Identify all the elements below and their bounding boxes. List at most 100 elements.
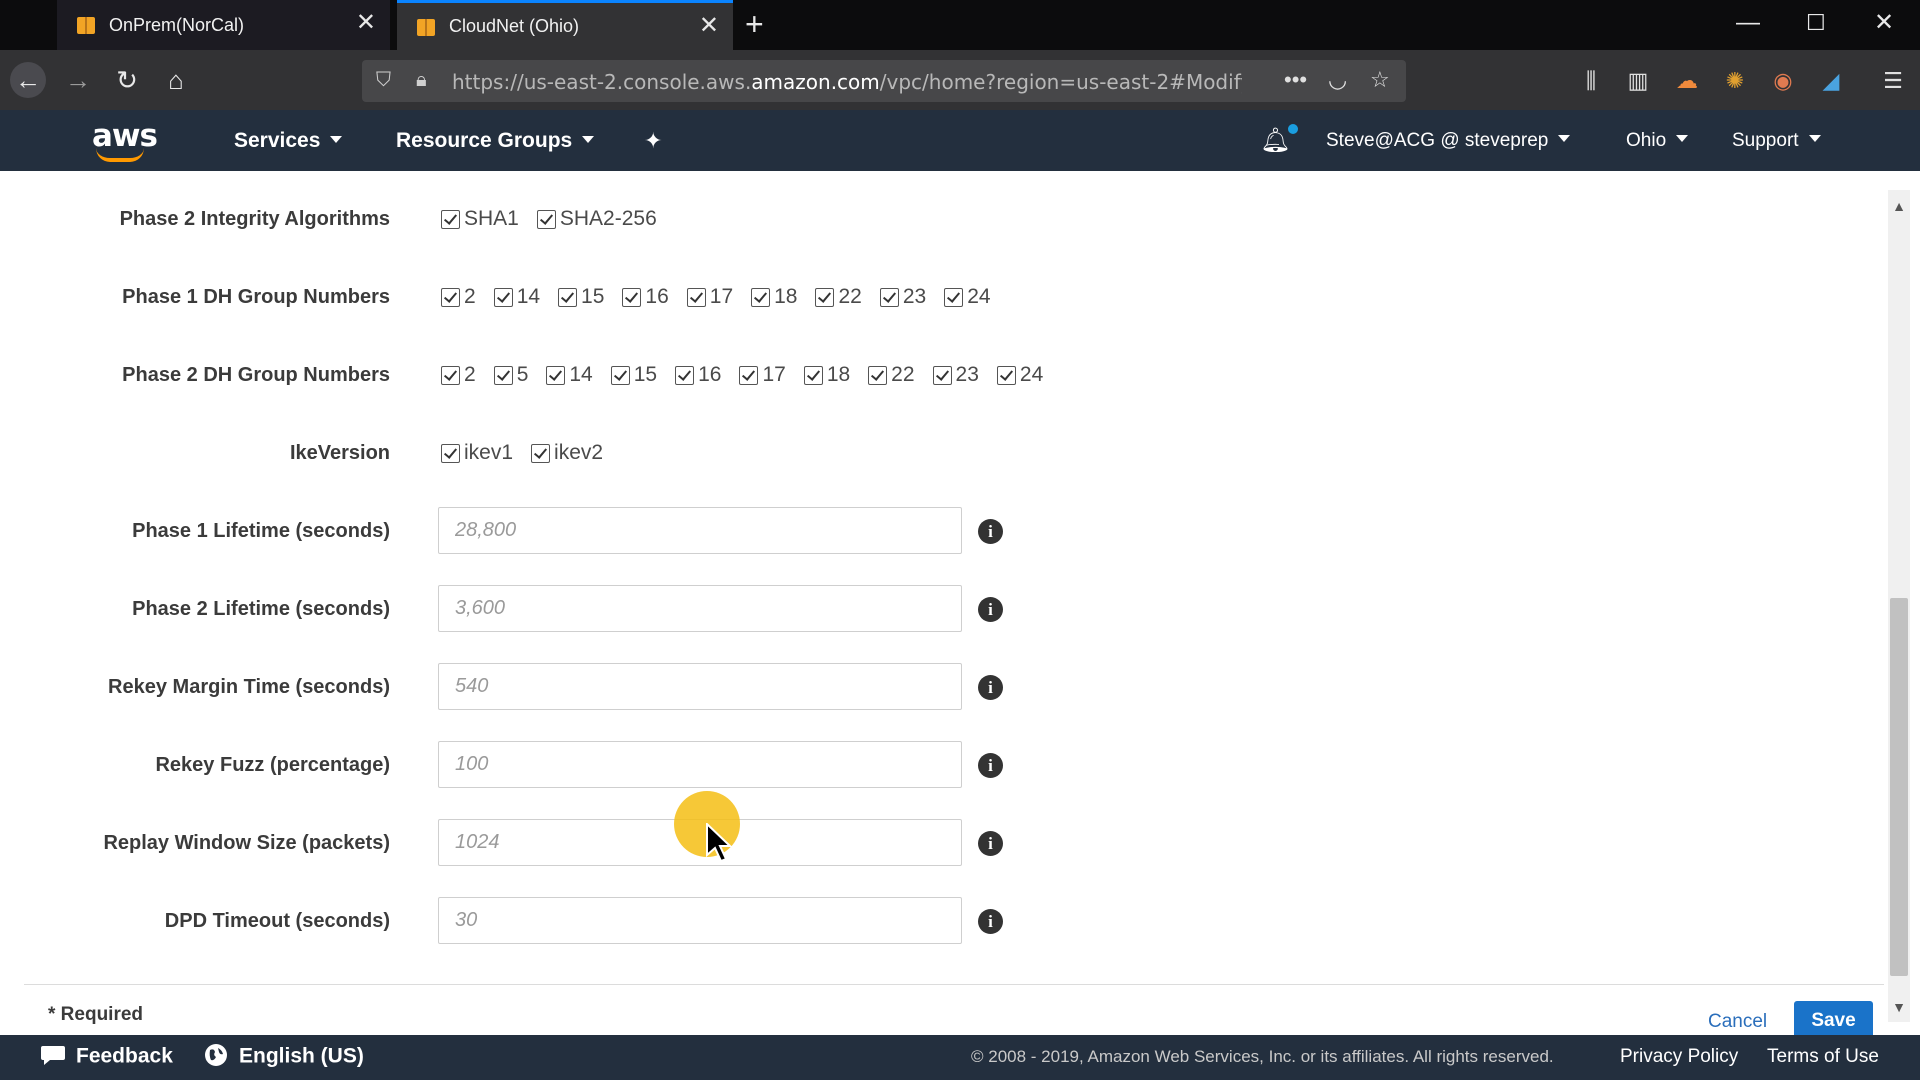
replay-window-label: Replay Window Size (packets) — [103, 832, 390, 854]
aws-box-icon — [415, 16, 437, 38]
info-icon[interactable]: i — [978, 831, 1003, 856]
phase1-dh-group: 2 14 15 16 17 18 22 23 24 — [441, 285, 1009, 309]
info-icon[interactable]: i — [978, 519, 1003, 544]
phase2-dh-label: Phase 2 DH Group Numbers — [122, 364, 390, 386]
cloud-extension-icon[interactable]: ☁ — [1674, 68, 1700, 94]
phase1-lifetime-label: Phase 1 Lifetime (seconds) — [132, 520, 390, 542]
tab-onprem-norcal[interactable]: OnPrem(NorCal) ✕ — [57, 0, 390, 50]
cancel-button[interactable]: Cancel — [1708, 1011, 1767, 1033]
back-arrow-icon[interactable]: ← — [10, 62, 46, 98]
checkbox-phase1-dh-2[interactable]: 2 — [441, 285, 476, 309]
checkbox-phase2-dh-5[interactable]: 5 — [493, 363, 528, 387]
rekey-fuzz-label: Rekey Fuzz (percentage) — [155, 754, 390, 776]
url-text[interactable]: https://us-east-2.console.aws.amazon.com… — [452, 70, 1242, 94]
bell-icon[interactable]: 🔔︎ — [1260, 124, 1299, 155]
hamburger-menu-icon[interactable]: ☰ — [1880, 68, 1906, 94]
maximize-icon[interactable]: ☐ — [1806, 8, 1826, 38]
checkbox-phase1-dh-23[interactable]: 23 — [879, 285, 926, 309]
extension-owl-icon[interactable]: ◉ — [1770, 68, 1796, 94]
modify-vpn-tunnel-options-form: Phase 2 Integrity Algorithms SHA1 SHA2-2… — [0, 171, 1888, 1035]
phase2-dh-group: 2 5 14 15 16 17 18 22 23 24 — [441, 363, 1061, 387]
chevron-down-icon — [330, 135, 343, 143]
rekey-margin-label: Rekey Margin Time (seconds) — [108, 676, 390, 698]
feedback-link[interactable]: Feedback — [40, 1044, 173, 1070]
resource-groups-menu[interactable]: Resource Groups — [396, 129, 595, 153]
chevron-down-icon — [1558, 135, 1571, 143]
checkbox-phase1-dh-22[interactable]: 22 — [815, 285, 862, 309]
window-close-icon[interactable]: ✕ — [1874, 8, 1894, 38]
services-menu[interactable]: Services — [234, 129, 343, 153]
checkbox-phase1-dh-24[interactable]: 24 — [944, 285, 991, 309]
more-icon[interactable]: ••• — [1284, 67, 1307, 93]
phase1-lifetime-input[interactable] — [438, 507, 962, 554]
account-menu[interactable]: Steve@ACG @ steveprep — [1326, 130, 1571, 152]
checkbox-sha1[interactable]: SHA1 — [441, 207, 519, 231]
tab-title: OnPrem(NorCal) — [109, 14, 245, 35]
new-tab-plus-icon[interactable]: + — [745, 6, 764, 42]
globe-icon — [203, 1042, 229, 1068]
tab-cloudnet-ohio[interactable]: CloudNet (Ohio) ✕ — [397, 0, 733, 50]
sidebar-icon[interactable]: ▥ — [1625, 68, 1651, 94]
checkbox-phase1-dh-16[interactable]: 16 — [622, 285, 669, 309]
info-icon[interactable]: i — [978, 753, 1003, 778]
star-icon[interactable]: ☆ — [1370, 67, 1390, 93]
address-bar[interactable]: ⛉ 🔒︎ https://us-east-2.console.aws.amazo… — [362, 60, 1406, 102]
checkbox-phase1-dh-15[interactable]: 15 — [558, 285, 604, 309]
close-icon[interactable]: ✕ — [699, 14, 719, 38]
shield-icon[interactable]: ⛉ — [376, 69, 391, 92]
copyright-text: © 2008 - 2019, Amazon Web Services, Inc.… — [971, 1047, 1554, 1066]
region-menu[interactable]: Ohio — [1626, 130, 1689, 152]
checkbox-ikev2[interactable]: ikev2 — [531, 441, 603, 465]
checkbox-phase2-dh-18[interactable]: 18 — [803, 363, 850, 387]
phase1-dh-label: Phase 1 DH Group Numbers — [122, 286, 390, 308]
browser-tab-bar: OnPrem(NorCal) ✕ CloudNet (Ohio) ✕ + — ☐… — [0, 0, 1920, 50]
extension-feather-icon[interactable]: ◢ — [1818, 68, 1844, 94]
pin-icon[interactable]: ✦ — [644, 128, 662, 154]
required-note: * Required — [48, 1004, 144, 1025]
info-icon[interactable]: i — [978, 909, 1003, 934]
lock-icon[interactable]: 🔒︎ — [416, 69, 427, 92]
aws-logo[interactable]: aws — [90, 118, 158, 162]
scroll-up-arrow-icon[interactable]: ▲ — [1888, 198, 1910, 214]
chevron-down-icon — [582, 135, 595, 143]
dpd-timeout-input[interactable] — [438, 897, 962, 944]
dpd-timeout-label: DPD Timeout (seconds) — [164, 910, 390, 932]
checkbox-phase2-dh-24[interactable]: 24 — [996, 363, 1043, 387]
extension-globe-icon[interactable]: ✺ — [1722, 68, 1748, 94]
terms-of-use-link[interactable]: Terms of Use — [1767, 1046, 1879, 1068]
scroll-down-arrow-icon[interactable]: ▼ — [1888, 999, 1910, 1015]
privacy-policy-link[interactable]: Privacy Policy — [1620, 1046, 1738, 1068]
home-icon[interactable]: ⌂ — [158, 62, 194, 98]
forward-arrow-icon[interactable]: → — [60, 62, 96, 98]
tab-title: CloudNet (Ohio) — [449, 16, 580, 36]
checkbox-phase1-dh-18[interactable]: 18 — [751, 285, 797, 309]
info-icon[interactable]: i — [978, 675, 1003, 700]
chevron-down-icon — [1676, 135, 1689, 143]
mouse-pointer-icon — [706, 823, 732, 863]
checkbox-phase2-dh-14[interactable]: 14 — [546, 363, 593, 387]
reload-icon[interactable]: ↻ — [109, 62, 145, 98]
ike-version-label: IkeVersion — [289, 442, 390, 464]
rekey-fuzz-input[interactable] — [438, 741, 962, 788]
checkbox-phase2-dh-15[interactable]: 15 — [610, 363, 657, 387]
language-selector[interactable]: English (US) — [203, 1044, 364, 1070]
save-button[interactable]: Save — [1794, 1001, 1873, 1035]
checkbox-phase1-dh-14[interactable]: 14 — [493, 285, 540, 309]
info-icon[interactable]: i — [978, 597, 1003, 622]
library-icon[interactable]: ⫼ — [1578, 68, 1604, 94]
checkbox-phase2-dh-22[interactable]: 22 — [868, 363, 915, 387]
checkbox-phase1-dh-17[interactable]: 17 — [686, 285, 733, 309]
scrollbar-thumb[interactable] — [1890, 598, 1908, 976]
rekey-margin-input[interactable] — [438, 663, 962, 710]
checkbox-ikev1[interactable]: ikev1 — [441, 441, 513, 465]
support-menu[interactable]: Support — [1732, 130, 1821, 152]
checkbox-phase2-dh-17[interactable]: 17 — [739, 363, 786, 387]
checkbox-sha2-256[interactable]: SHA2-256 — [536, 207, 657, 231]
minimize-icon[interactable]: — — [1736, 8, 1760, 38]
pocket-icon[interactable]: ◡ — [1328, 67, 1347, 93]
checkbox-phase2-dh-16[interactable]: 16 — [675, 363, 721, 387]
checkbox-phase2-dh-2[interactable]: 2 — [441, 363, 476, 387]
close-icon[interactable]: ✕ — [356, 11, 376, 35]
phase2-lifetime-input[interactable] — [438, 585, 962, 632]
checkbox-phase2-dh-23[interactable]: 23 — [932, 363, 979, 387]
